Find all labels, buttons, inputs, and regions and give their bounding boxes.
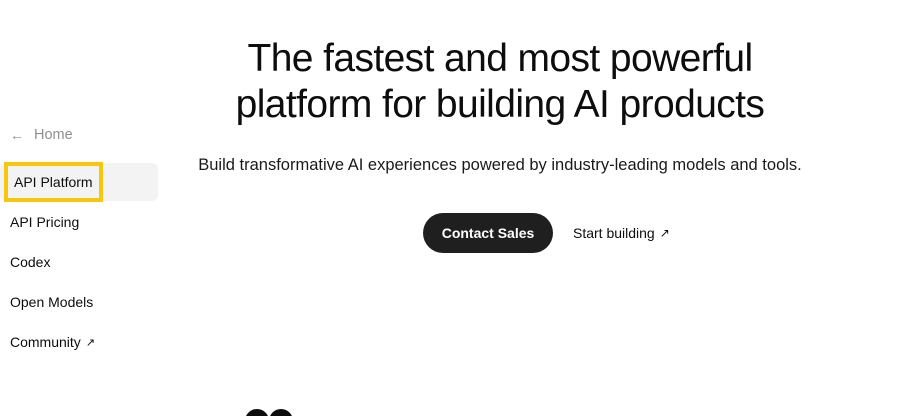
start-building-label: Start building	[573, 225, 655, 241]
hero-title-line-2: platform for building AI products	[235, 83, 765, 126]
home-back-link[interactable]: ← Home	[10, 127, 73, 143]
arrow-up-right-icon: ↗	[659, 226, 670, 240]
logo-icon	[246, 409, 292, 416]
hero-section: The fastest and most powerful platform f…	[170, 0, 908, 416]
home-label: Home	[34, 127, 73, 143]
sidebar-item-open-models[interactable]: Open Models	[0, 283, 158, 321]
hero-title-line-1: The fastest and most powerful	[247, 37, 753, 80]
start-building-link[interactable]: Start building ↗	[573, 225, 670, 241]
arrow-up-right-icon: ↗	[85, 336, 96, 349]
page: ← Home API Platform API Pricing Codex Op…	[0, 0, 908, 416]
cta-row: Contact Sales Start building ↗	[423, 213, 670, 253]
sidebar-item-label: Codex	[10, 254, 51, 270]
sidebar-item-codex[interactable]: Codex	[0, 243, 158, 281]
sidebar-item-api-pricing[interactable]: API Pricing	[0, 203, 158, 241]
arrow-left-icon: ←	[10, 127, 24, 143]
sidebar-item-community[interactable]: Community ↗	[0, 323, 158, 361]
sidebar-item-label: API Pricing	[10, 214, 80, 230]
hero-title: The fastest and most powerful platform f…	[70, 36, 908, 128]
sidebar-item-label: Open Models	[10, 294, 94, 310]
hero-subtitle: Build transformative AI experiences powe…	[198, 156, 802, 174]
contact-sales-button[interactable]: Contact Sales	[423, 213, 553, 253]
sidebar-item-label: Community	[10, 334, 81, 350]
